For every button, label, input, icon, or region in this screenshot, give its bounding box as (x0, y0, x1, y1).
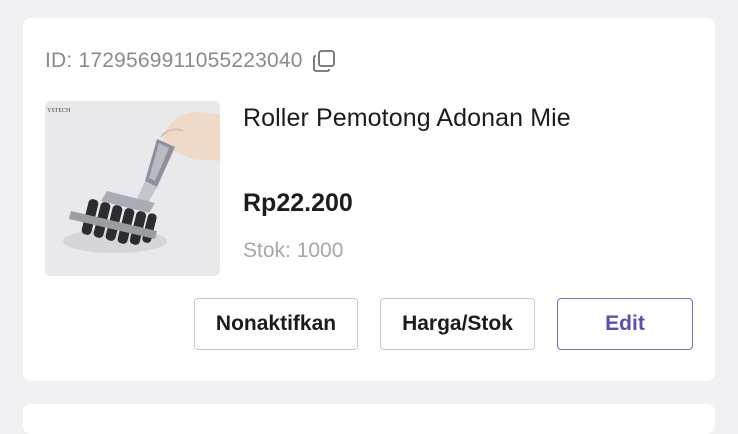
product-name[interactable]: Roller Pemotong Adonan Mie (243, 104, 571, 133)
product-price: Rp22.200 (243, 189, 353, 217)
stock-label: Stok: (243, 239, 291, 262)
dough-roller-cutter-image (63, 112, 220, 253)
stock-value: 1000 (296, 239, 344, 262)
product-id: ID: 1729569911055223040 (45, 49, 303, 72)
copy-icon[interactable] (312, 49, 336, 73)
product-card: ID: 1729569911055223040 YSTECH Roller Pe… (23, 18, 715, 381)
product-image[interactable]: YSTECH (45, 101, 220, 276)
product-id-row: ID: 1729569911055223040 (45, 49, 336, 73)
product-stock: Stok: 1000 (243, 239, 343, 263)
edit-button[interactable]: Edit (557, 298, 693, 350)
price-stock-button[interactable]: Harga/Stok (380, 298, 535, 350)
deactivate-button[interactable]: Nonaktifkan (194, 298, 358, 350)
next-product-card (23, 404, 715, 434)
